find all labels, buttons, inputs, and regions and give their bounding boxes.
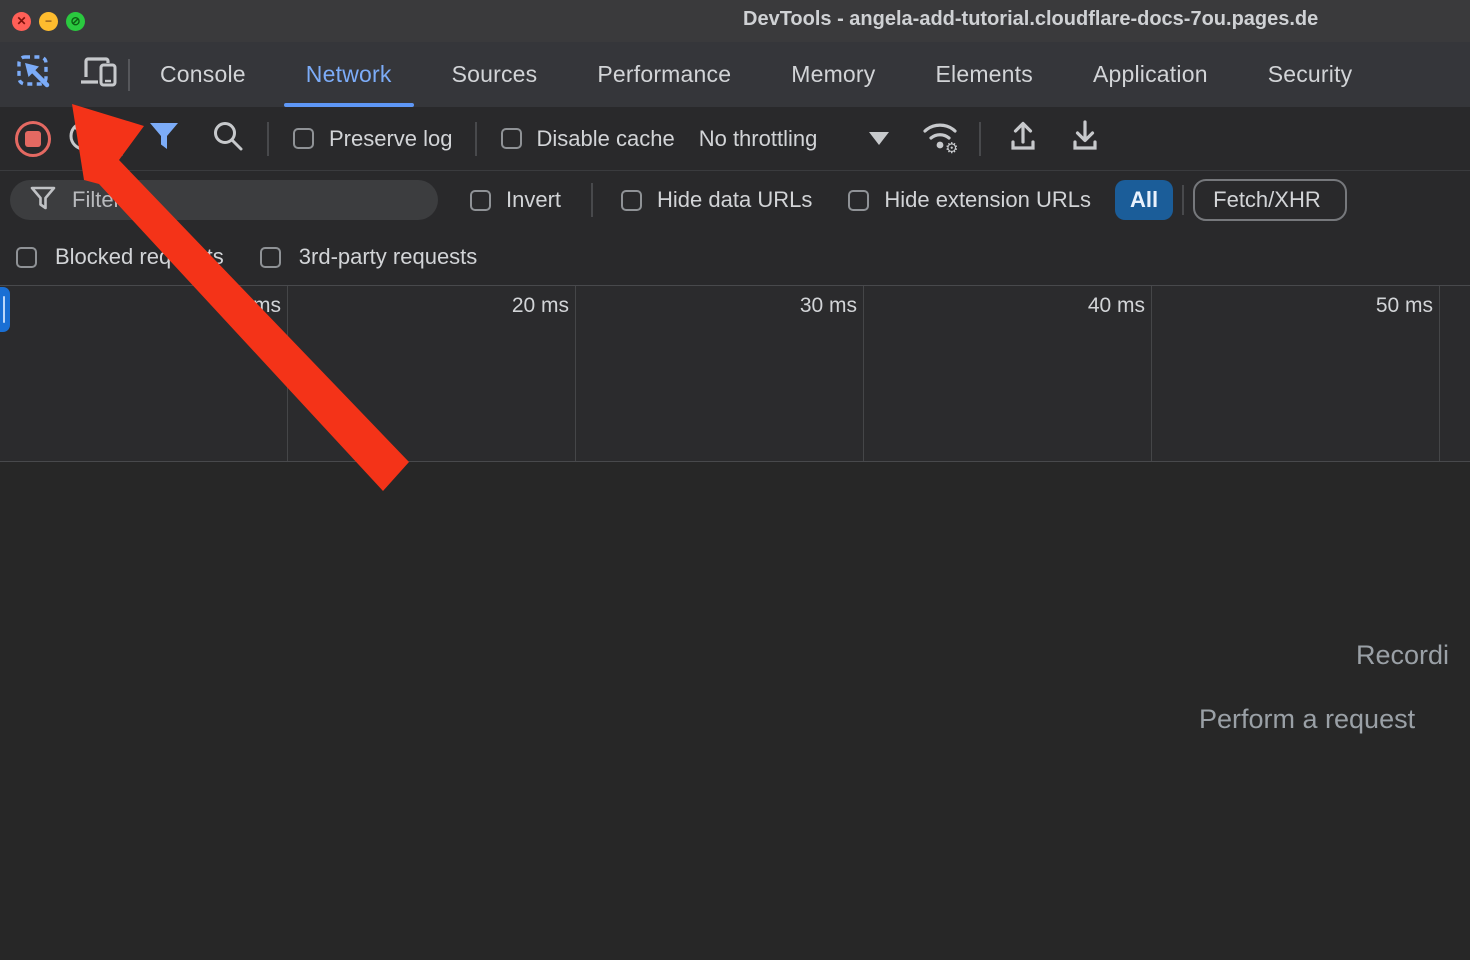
blocked-requests-label: Blocked requests (55, 244, 224, 270)
separator (591, 183, 593, 217)
download-icon (1067, 118, 1103, 159)
filter-input[interactable] (72, 187, 402, 213)
invert-label: Invert (506, 187, 561, 213)
hide-data-urls-checkbox[interactable] (621, 190, 642, 211)
tick-label: 40 ms (1021, 294, 1145, 318)
titlebar: ✕ − ⊘ DevTools - angela-add-tutorial.clo… (0, 0, 1470, 42)
filter-bar: Invert Hide data URLs Hide extension URL… (0, 171, 1470, 229)
stop-recording-button[interactable] (15, 121, 51, 157)
tick-label: 10 ms (157, 294, 281, 318)
minimize-button[interactable]: − (39, 12, 58, 31)
hide-extension-urls-label: Hide extension URLs (884, 187, 1091, 213)
toggle-device-toolbar-button[interactable] (78, 55, 118, 94)
empty-state-prompt-text: Perform a request (1199, 704, 1415, 735)
tab-console[interactable]: Console (130, 42, 276, 107)
tab-application[interactable]: Application (1063, 42, 1238, 107)
hide-data-urls-label: Hide data URLs (657, 187, 812, 213)
filter-chip-all[interactable]: All (1115, 180, 1173, 220)
separator (121, 122, 123, 156)
search-button[interactable] (211, 119, 245, 158)
network-conditions-icon: ⚙ (919, 118, 961, 159)
preserve-log-label: Preserve log (329, 126, 453, 152)
panel-tool-icons (0, 42, 128, 107)
window-title: DevTools - angela-add-tutorial.cloudflar… (743, 8, 1318, 31)
tick-label: 30 ms (733, 294, 857, 318)
overview-left-drag-handle[interactable] (0, 287, 10, 332)
recording-status-text: Recordi (1356, 640, 1449, 671)
devtools-window: ✕ − ⊘ DevTools - angela-add-tutorial.clo… (0, 0, 1470, 960)
hide-extension-urls-toggle[interactable]: Hide extension URLs (848, 187, 1091, 213)
network-overview-timeline[interactable]: 10 ms 20 ms 30 ms 40 ms 50 ms (0, 285, 1470, 462)
tick-label: 50 ms (1309, 294, 1433, 318)
invert-checkbox[interactable] (470, 190, 491, 211)
tab-performance[interactable]: Performance (567, 42, 761, 107)
funnel-icon (147, 120, 181, 157)
third-party-requests-label: 3rd-party requests (299, 244, 478, 270)
tab-elements[interactable]: Elements (905, 42, 1062, 107)
gridline (575, 286, 576, 461)
tab-sources[interactable]: Sources (422, 42, 568, 107)
disable-cache-toggle[interactable]: Disable cache (501, 126, 675, 152)
clear-network-log-button[interactable] (67, 119, 101, 158)
traffic-lights: ✕ − ⊘ (12, 12, 85, 31)
filter-input-container[interactable] (10, 180, 438, 220)
gridline (863, 286, 864, 461)
gridline (1439, 286, 1440, 461)
separator (979, 122, 981, 156)
separator (475, 122, 477, 156)
separator (1182, 185, 1184, 215)
preserve-log-toggle[interactable]: Preserve log (293, 126, 453, 152)
clear-icon (67, 119, 101, 158)
gridline (287, 286, 288, 461)
network-toolbar: Preserve log Disable cache No throttling… (0, 107, 1470, 171)
blocked-requests-checkbox[interactable] (16, 247, 37, 268)
disable-cache-label: Disable cache (537, 126, 675, 152)
search-icon (211, 119, 245, 158)
blocked-requests-toggle[interactable]: Blocked requests (16, 244, 224, 270)
inspect-element-button[interactable] (16, 54, 52, 95)
panel-tabs: Console Network Sources Performance Memo… (130, 42, 1382, 107)
tab-security[interactable]: Security (1238, 42, 1383, 107)
hide-extension-urls-checkbox[interactable] (848, 190, 869, 211)
filter-toggle-button[interactable] (147, 120, 181, 157)
invert-toggle[interactable]: Invert (470, 187, 561, 213)
preserve-log-checkbox[interactable] (293, 128, 314, 149)
fullscreen-button[interactable]: ⊘ (66, 12, 85, 31)
export-har-button[interactable] (1067, 118, 1103, 159)
request-filters-row: Blocked requests 3rd-party requests (0, 229, 1470, 285)
close-button[interactable]: ✕ (12, 12, 31, 31)
device-toolbar-icon (78, 55, 118, 94)
tick-label: 20 ms (445, 294, 569, 318)
network-conditions-button[interactable]: ⚙ (919, 118, 961, 159)
svg-text:⚙: ⚙ (945, 140, 958, 154)
tab-network[interactable]: Network (276, 42, 422, 107)
requests-panel: Recordi Perform a request (0, 462, 1470, 959)
separator (267, 122, 269, 156)
third-party-requests-checkbox[interactable] (260, 247, 281, 268)
inspect-cursor-icon (16, 54, 52, 95)
upload-icon (1005, 118, 1041, 159)
gridline (1151, 286, 1152, 461)
import-har-button[interactable] (1005, 118, 1041, 159)
hide-data-urls-toggle[interactable]: Hide data URLs (621, 187, 812, 213)
devtools-tabbar: Console Network Sources Performance Memo… (0, 42, 1470, 107)
third-party-requests-toggle[interactable]: 3rd-party requests (260, 244, 478, 270)
funnel-outline-icon (30, 185, 56, 216)
disable-cache-checkbox[interactable] (501, 128, 522, 149)
record-stop-icon (25, 131, 41, 147)
throttling-select[interactable]: No throttling (699, 126, 818, 152)
tab-memory[interactable]: Memory (761, 42, 905, 107)
chevron-down-icon[interactable] (869, 132, 889, 145)
filter-chip-fetch-xhr[interactable]: Fetch/XHR (1193, 179, 1347, 221)
